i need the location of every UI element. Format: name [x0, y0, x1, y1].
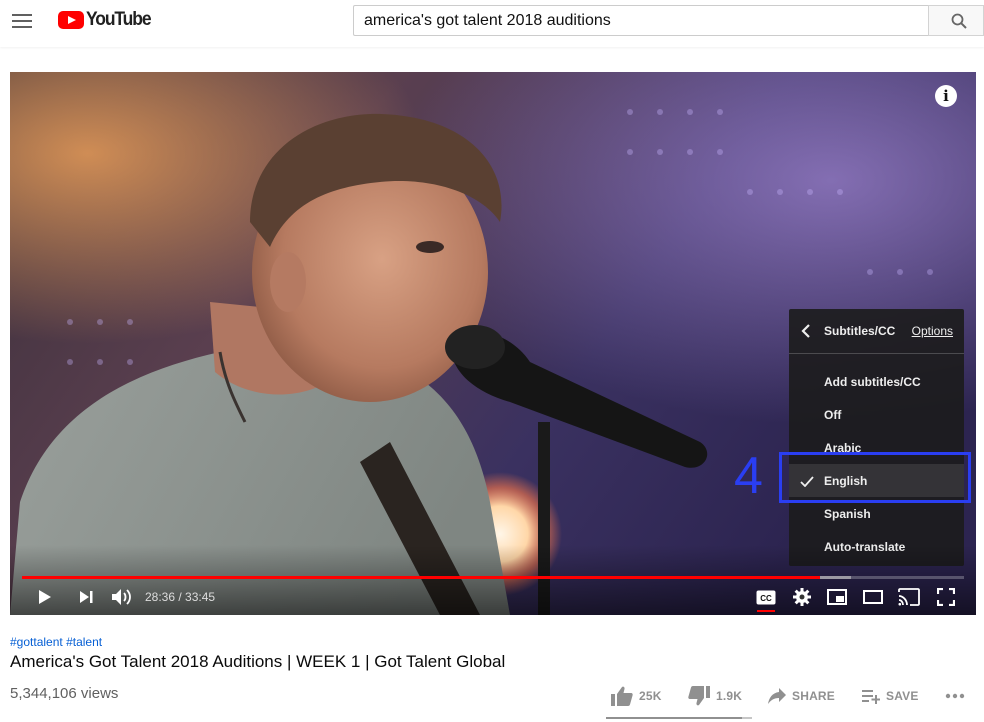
search-icon [951, 13, 967, 29]
next-icon[interactable] [79, 590, 93, 604]
search-button[interactable] [928, 5, 984, 36]
subtitles-menu-header: Subtitles/CC Options [789, 309, 964, 354]
search-input[interactable] [354, 6, 929, 35]
hamburger-menu-icon[interactable] [10, 9, 34, 33]
theater-mode-icon[interactable] [863, 590, 883, 604]
subtitle-option-off[interactable]: Off [789, 398, 964, 431]
masthead: YouTube [0, 0, 984, 47]
fullscreen-icon[interactable] [937, 588, 955, 606]
annotation-step-number: 4 [734, 447, 763, 505]
progress-played [22, 576, 820, 579]
dislike-count: 1.9K [716, 689, 743, 703]
save-button[interactable]: SAVE [862, 683, 919, 709]
annotation-highlight-box [779, 452, 971, 503]
share-arrow-icon [768, 688, 786, 704]
subtitles-options-link[interactable]: Options [912, 324, 953, 338]
captions-icon[interactable]: CC [756, 590, 776, 605]
sentiment-like-portion [606, 717, 742, 719]
miniplayer-icon[interactable] [827, 589, 847, 605]
share-button[interactable]: SHARE [768, 683, 835, 709]
video-player[interactable]: i Subtitles/CC Options Add subtitles/CC … [10, 72, 976, 615]
time-display: 28:36 / 33:45 [145, 590, 216, 604]
hashtag-link[interactable]: #gottalent [10, 635, 63, 649]
sentiment-bar [606, 717, 752, 719]
like-count: 25K [639, 689, 662, 703]
hashtag-link[interactable]: #talent [66, 635, 102, 649]
hashtags: #gottalent #talent [10, 635, 102, 649]
subtitles-menu: Subtitles/CC Options Add subtitles/CC Of… [789, 309, 964, 566]
menu-item-label: Off [824, 408, 842, 422]
youtube-play-logo-icon [58, 11, 84, 29]
settings-gear-icon[interactable] [793, 588, 811, 606]
more-horizontal-icon [945, 693, 965, 699]
youtube-logo-text: YouTube [86, 9, 152, 30]
like-button[interactable]: 25K [611, 683, 662, 709]
play-icon[interactable] [38, 589, 52, 605]
progress-bar[interactable] [22, 576, 964, 579]
svg-text:CC: CC [760, 594, 772, 603]
more-actions-button[interactable] [945, 683, 965, 709]
save-label: SAVE [886, 689, 919, 703]
chevron-left-icon[interactable] [801, 323, 811, 339]
search-box [353, 5, 929, 36]
thumbs-down-icon [688, 686, 710, 706]
share-label: SHARE [792, 689, 836, 703]
playlist-add-icon [862, 690, 880, 704]
captions-active-indicator [757, 610, 775, 612]
video-title: America's Got Talent 2018 Auditions | WE… [10, 652, 506, 671]
volume-icon[interactable] [111, 588, 133, 606]
thumbs-up-icon [611, 686, 633, 706]
cast-icon[interactable] [898, 588, 920, 606]
dislike-button[interactable]: 1.9K [688, 683, 742, 709]
info-icon[interactable]: i [935, 85, 957, 107]
view-count: 5,344,106 views [10, 685, 119, 702]
menu-item-label: Add subtitles/CC [824, 375, 921, 389]
subtitle-option-add[interactable]: Add subtitles/CC [789, 365, 964, 398]
youtube-logo[interactable]: YouTube [58, 8, 156, 32]
subtitles-menu-title: Subtitles/CC [824, 324, 896, 338]
menu-item-label: Spanish [824, 507, 871, 521]
